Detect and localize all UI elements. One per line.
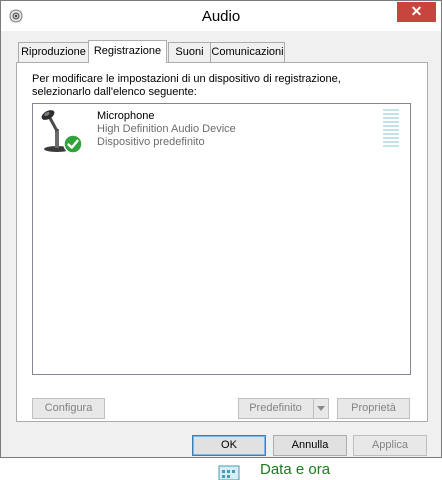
tab-label: Registrazione	[93, 45, 162, 57]
device-description: High Definition Audio Device	[97, 123, 236, 135]
tab-suoni[interactable]: Suoni	[168, 42, 211, 62]
default-checkmark-icon	[63, 134, 83, 154]
properties-button[interactable]: Proprietà	[337, 398, 410, 419]
chevron-down-icon[interactable]	[313, 399, 328, 418]
microphone-icon	[41, 110, 83, 154]
input-level-meter	[383, 109, 399, 151]
tab-label: Riproduzione	[21, 46, 86, 58]
audio-dialog-window: Audio ✕ Riproduzione Registrazione Suoni…	[0, 0, 442, 458]
close-icon: ✕	[410, 3, 423, 19]
device-name: Microphone	[97, 110, 155, 122]
title-bar[interactable]: Audio ✕	[1, 1, 441, 31]
device-status: Dispositivo predefinito	[97, 136, 205, 148]
registrazione-panel: Per modificare le impostazioni di un dis…	[16, 62, 428, 422]
instructions-line-1: Per modificare le impostazioni di un dis…	[32, 73, 341, 85]
tab-label: Suoni	[175, 46, 204, 58]
background-link-text[interactable]: Data e ora	[260, 461, 330, 478]
dialog-client-area: Riproduzione Registrazione Suoni Comunic…	[2, 31, 440, 457]
tab-riproduzione[interactable]: Riproduzione	[18, 42, 89, 62]
apply-button[interactable]: Applica	[353, 435, 427, 456]
close-button[interactable]: ✕	[397, 2, 436, 22]
instructions-text: Per modificare le impostazioni di un dis…	[32, 73, 412, 99]
tab-label: Comunicazioni	[211, 46, 284, 58]
tab-comunicazioni[interactable]: Comunicazioni	[210, 42, 285, 62]
device-item-microphone[interactable]: Microphone High Definition Audio Device …	[34, 105, 409, 157]
instructions-line-2: selezionarlo dall'elenco seguente:	[32, 86, 197, 98]
calendar-icon	[218, 465, 240, 480]
window-title: Audio	[201, 8, 241, 25]
ok-button[interactable]: OK	[192, 435, 266, 456]
set-default-label: Predefinito	[249, 402, 302, 414]
set-default-split-button[interactable]: Predefinito	[238, 398, 329, 419]
configure-button[interactable]: Configura	[32, 398, 105, 419]
cancel-button[interactable]: Annulla	[273, 435, 347, 456]
tab-registrazione[interactable]: Registrazione	[88, 40, 167, 63]
recording-device-list[interactable]: Microphone High Definition Audio Device …	[32, 103, 411, 375]
